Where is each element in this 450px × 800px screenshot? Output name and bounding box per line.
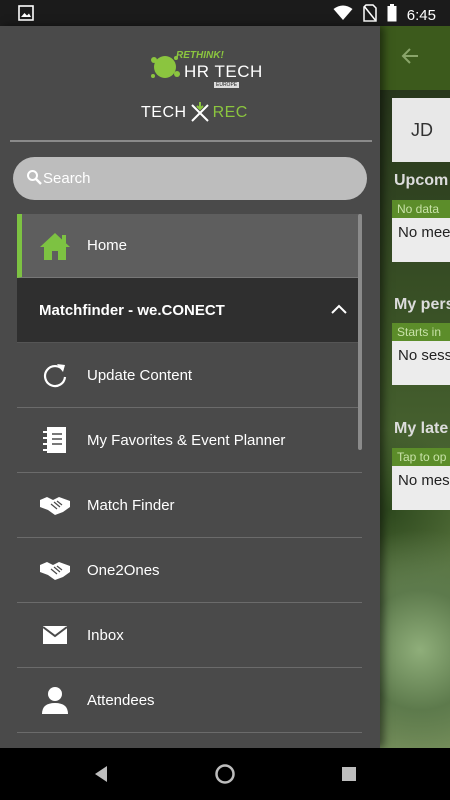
refresh-icon: [39, 359, 71, 391]
drawer-item-update-content[interactable]: Update Content: [17, 343, 362, 408]
event-logo: RETHINK! HR TECH EUROPE TECH REC: [0, 26, 380, 140]
section-card[interactable]: No mes: [392, 466, 450, 510]
drawer-scrollbar[interactable]: [358, 214, 362, 450]
clock: 6:45: [406, 6, 436, 24]
drawer-item-label: Update Content: [87, 366, 193, 384]
drawer-item-label: Attendees: [87, 691, 155, 709]
drawer-item-label: One2Ones: [87, 561, 160, 579]
gallery-notification-icon: [18, 5, 34, 26]
logo-region: EUROPE: [214, 82, 240, 88]
back-arrow-icon[interactable]: [400, 46, 420, 72]
avatar[interactable]: JD: [392, 98, 450, 162]
section-title-latest: My late: [394, 420, 449, 437]
envelope-icon: [39, 619, 71, 651]
handshake-icon: [39, 489, 71, 521]
techrec-logo: TECH REC: [141, 102, 248, 124]
chevron-up-icon[interactable]: [330, 300, 348, 323]
section-title-upcoming: Upcom: [394, 172, 449, 189]
app-toolbar: [380, 26, 450, 90]
background-app: JD Upcom No data No mee My pers Starts i…: [380, 26, 450, 748]
search-bar[interactable]: [13, 157, 367, 200]
section-card[interactable]: No mee: [392, 218, 450, 262]
system-navigation-bar: [0, 748, 450, 800]
home-button-icon[interactable]: [214, 763, 236, 790]
wifi-icon: [333, 5, 353, 25]
drawer-item-favorites[interactable]: My Favorites & Event Planner: [17, 408, 362, 473]
drawer-section-header[interactable]: Matchfinder - we.CONECT: [17, 278, 362, 343]
search-icon: [26, 169, 42, 190]
drawer-item-home[interactable]: Home: [17, 214, 362, 278]
section-card[interactable]: No sess: [392, 341, 450, 385]
section-title-personal: My pers: [394, 296, 450, 313]
home-icon: [39, 230, 71, 262]
section-strip: No data: [392, 200, 450, 218]
drawer-item-attendees[interactable]: Attendees: [17, 668, 362, 733]
logo-event-name: HR TECH: [184, 62, 263, 81]
no-sim-icon: [363, 4, 377, 26]
drawer-item-label: Match Finder: [87, 496, 175, 514]
status-bar: 6:45: [0, 0, 450, 26]
section-strip: Tap to op: [392, 448, 450, 466]
section-strip: Starts in: [392, 323, 450, 341]
recents-icon[interactable]: [341, 766, 357, 787]
drawer-item-label: My Favorites & Event Planner: [87, 431, 286, 449]
battery-icon: [387, 4, 397, 26]
drawer-menu: Home Matchfinder - we.CONECT Update Cont…: [17, 214, 362, 733]
handshake-icon: [39, 554, 71, 586]
divider: [10, 140, 372, 142]
drawer-item-label: Inbox: [87, 626, 124, 644]
drawer-item-one2ones[interactable]: One2Ones: [17, 538, 362, 603]
person-icon: [39, 684, 71, 716]
logo-brand-left: TECH: [141, 104, 187, 121]
cross-logo-icon: [190, 102, 209, 122]
logo-tagline: RETHINK!: [176, 50, 224, 61]
search-input[interactable]: [43, 157, 343, 200]
drawer-item-match-finder[interactable]: Match Finder: [17, 473, 362, 538]
logo-brand-right: REC: [212, 104, 248, 121]
navigation-drawer: RETHINK! HR TECH EUROPE TECH REC Home Ma…: [0, 26, 380, 748]
drawer-item-inbox[interactable]: Inbox: [17, 603, 362, 668]
back-icon[interactable]: [92, 764, 110, 789]
section-title: Matchfinder - we.CONECT: [39, 301, 225, 319]
planner-icon: [39, 424, 71, 456]
drawer-item-label: Home: [87, 237, 128, 254]
